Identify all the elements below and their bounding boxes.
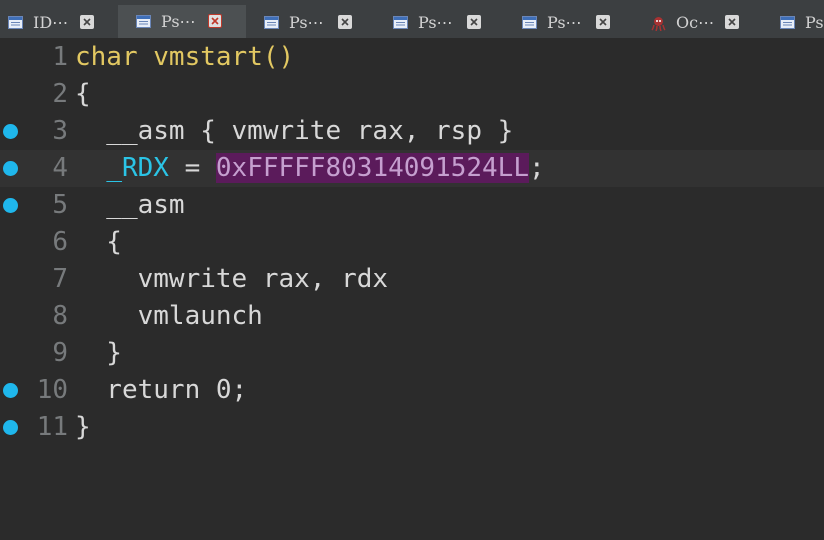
line-number: 10 xyxy=(36,375,68,405)
code-line[interactable]: 7 vmwrite rax, rdx xyxy=(0,261,824,298)
code-text: vmlaunch xyxy=(75,301,263,331)
tab-label: Ps⋯ xyxy=(418,12,453,32)
breakpoint-icon[interactable] xyxy=(3,420,18,435)
tab-label: ID⋯ xyxy=(33,12,69,32)
tab-pseudocode[interactable]: Ps⋯ xyxy=(393,6,481,38)
pseudocode-icon xyxy=(393,15,408,29)
code-line-current[interactable]: 4 _RDX = 0xFFFFF80314091524LL; xyxy=(0,150,824,187)
hex-constant-highlighted[interactable]: 0xFFFFF80314091524LL xyxy=(215,153,529,183)
code-text: char vmstart() xyxy=(75,39,294,76)
tab-pseudocode[interactable]: Ps⋯ xyxy=(264,6,352,38)
code-text: _RDX = 0xFFFFF80314091524LL; xyxy=(75,150,545,187)
asm-text: __asm { vmwrite rax, rsp } xyxy=(75,116,514,146)
close-icon[interactable] xyxy=(725,15,739,29)
operator: = xyxy=(168,153,216,183)
tab-label: Ps⋯ xyxy=(547,12,582,32)
tab-label: Oc⋯ xyxy=(676,12,715,32)
tab-bar: ID⋯ Ps⋯ Ps⋯ Ps⋯ Ps⋯ Oc⋯ Ps xyxy=(0,0,824,39)
tab-ida[interactable]: ID⋯ xyxy=(8,6,94,38)
pseudocode-icon xyxy=(522,15,537,29)
code-line[interactable]: 3 __asm { vmwrite rax, rsp } xyxy=(0,113,824,150)
line-number: 1 xyxy=(52,42,68,72)
code-text: return 0; xyxy=(75,375,248,405)
code-line[interactable]: 6 { xyxy=(0,224,824,261)
code-text: } xyxy=(75,338,122,368)
pseudocode-icon xyxy=(264,15,279,29)
tab-pseudocode[interactable]: Ps⋯ xyxy=(522,6,610,38)
line-number: 3 xyxy=(52,116,68,146)
breakpoint-icon[interactable] xyxy=(3,161,18,176)
code-text: __asm { vmwrite rax, rsp } xyxy=(75,113,513,150)
register-name: _RDX xyxy=(106,153,169,183)
code-editor[interactable]: 1 char vmstart() 2 { 3 __asm { vmwrite r… xyxy=(0,38,824,540)
code-line[interactable]: 2 { xyxy=(0,76,824,113)
type-keyword: char xyxy=(75,42,138,72)
function-name: vmstart() xyxy=(153,42,295,72)
code-text: } xyxy=(75,412,91,442)
code-text: { xyxy=(75,227,122,257)
close-icon[interactable] xyxy=(338,15,352,29)
line-number: 6 xyxy=(52,227,68,257)
line-number: 4 xyxy=(52,153,68,183)
tab-pseudocode[interactable]: Ps⋯ xyxy=(780,6,824,38)
tab-pseudocode-active[interactable]: Ps⋯ xyxy=(118,5,246,38)
tab-label: Ps⋯ xyxy=(289,12,324,32)
line-number: 5 xyxy=(52,190,68,220)
tab-label: Ps⋯ xyxy=(805,12,824,32)
line-number: 9 xyxy=(52,338,68,368)
tab-label: Ps⋯ xyxy=(161,12,196,31)
breakpoint-icon[interactable] xyxy=(3,198,18,213)
close-icon[interactable] xyxy=(596,15,610,29)
code-line[interactable]: 5 __asm xyxy=(0,187,824,224)
line-number: 2 xyxy=(52,79,68,109)
breakpoint-icon[interactable] xyxy=(3,124,18,139)
line-number: 8 xyxy=(52,301,68,331)
close-icon[interactable] xyxy=(208,14,222,28)
line-number: 7 xyxy=(52,264,68,294)
pseudocode-icon xyxy=(780,15,795,29)
code-line[interactable]: 8 vmlaunch xyxy=(0,298,824,335)
code-line[interactable]: 9 } xyxy=(0,335,824,372)
breakpoint-icon[interactable] xyxy=(3,383,18,398)
pseudocode-icon xyxy=(8,15,23,29)
line-number: 11 xyxy=(36,412,68,442)
code-line[interactable]: 1 char vmstart() xyxy=(0,39,824,76)
code-text: __asm xyxy=(75,190,185,220)
pseudocode-icon xyxy=(136,15,151,28)
code-text: vmwrite rax, rdx xyxy=(75,264,389,294)
code-line[interactable]: 10 return 0; xyxy=(0,372,824,409)
code-line[interactable]: 11 } xyxy=(0,409,824,446)
semicolon: ; xyxy=(528,153,545,183)
octopus-icon xyxy=(651,16,666,31)
close-icon[interactable] xyxy=(467,15,481,29)
close-icon[interactable] xyxy=(80,15,94,29)
code-text: { xyxy=(75,79,91,109)
tab-octopus[interactable]: Oc⋯ xyxy=(651,6,739,38)
